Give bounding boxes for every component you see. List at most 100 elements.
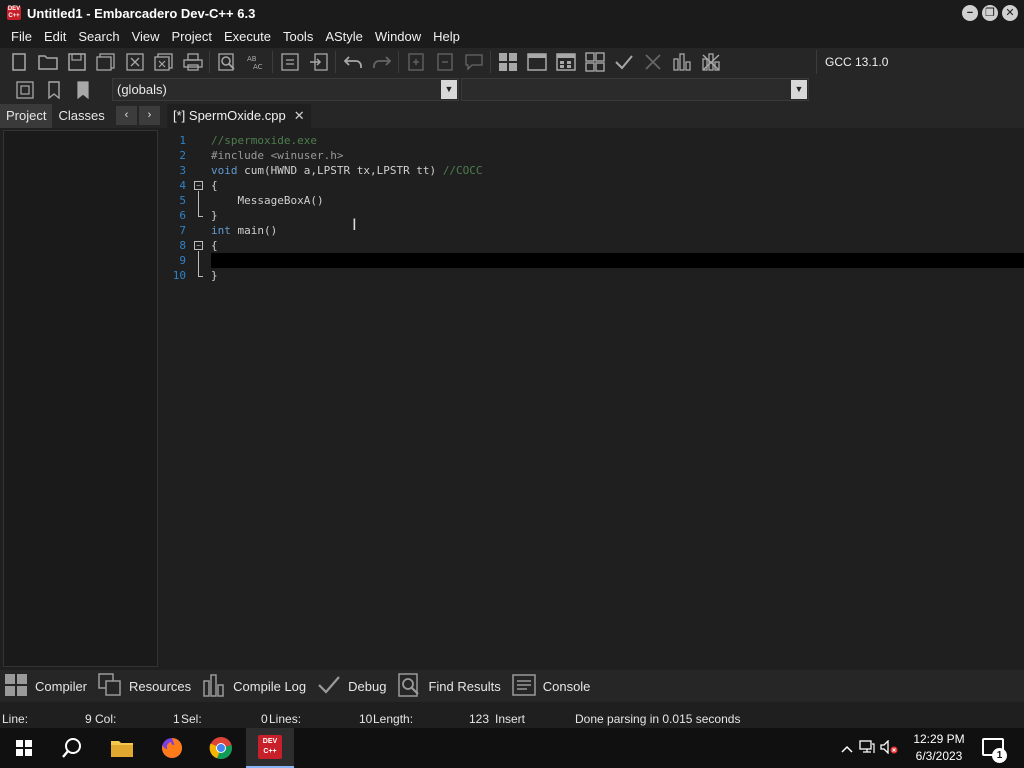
tab-classes[interactable]: Classes — [52, 104, 110, 128]
remove-from-project-icon[interactable] — [430, 49, 459, 75]
tab-find-results[interactable]: Find Results — [396, 670, 510, 702]
compiler-select[interactable]: GCC 13.1.0 — [816, 50, 1020, 74]
chevron-left-icon[interactable]: ‹ — [116, 106, 137, 125]
replace-icon[interactable]: AB AC — [241, 49, 270, 75]
code-editor[interactable]: 1 2 3 4 5 6 7 8 9 10 − − //spermoxide.ex… — [166, 130, 1024, 667]
project-tree[interactable] — [3, 130, 158, 667]
menu-window[interactable]: Window — [369, 26, 427, 48]
comment: //COCC — [442, 164, 483, 177]
profile-icon[interactable] — [667, 49, 696, 75]
print-icon[interactable] — [178, 49, 207, 75]
chrome-icon — [209, 737, 232, 760]
save-all-icon[interactable] — [91, 49, 120, 75]
code-line-7: int main() — [211, 223, 277, 238]
goto-line-icon[interactable] — [304, 49, 333, 75]
taskbar-clock[interactable]: 12:29 PM 6/3/2023 — [904, 731, 974, 765]
find-icon[interactable] — [212, 49, 241, 75]
volume-muted-icon[interactable] — [878, 738, 900, 757]
menu-help[interactable]: Help — [427, 26, 466, 48]
bar-chart-icon — [201, 673, 227, 699]
chrome-button[interactable] — [197, 728, 245, 768]
status-lines-value: 10 — [359, 712, 373, 726]
code-line-6: } — [211, 209, 218, 222]
minimize-button[interactable]: − — [962, 5, 978, 21]
tab-label: Find Results — [428, 678, 501, 694]
file-explorer-button[interactable] — [98, 728, 146, 768]
chevron-down-icon[interactable]: ▼ — [791, 80, 807, 99]
fold-guide — [198, 276, 203, 277]
new-file-icon[interactable] — [4, 49, 33, 75]
close-icon[interactable]: ✕ — [294, 104, 305, 128]
restore-button[interactable]: ❐ — [982, 5, 998, 21]
stop-execution-icon[interactable] — [638, 49, 667, 75]
code-text: cum(HWND a,LPSTR tx,LPSTR tt) — [237, 164, 443, 177]
code-line-10: } — [211, 269, 218, 282]
fold-minus-icon[interactable]: − — [194, 181, 203, 190]
tab-spermoxide-cpp[interactable]: [*] SpermOxide.cpp ✕ — [167, 104, 311, 128]
code-line-5: MessageBoxA() — [211, 194, 324, 207]
tab-label: Debug — [348, 678, 387, 694]
toggle-bookmark-icon[interactable] — [39, 77, 68, 103]
tab-compile-log[interactable]: Compile Log — [201, 670, 316, 702]
status-bar: Line: 9 Col: 1 Sel: 0 Lines: 10 Length: … — [0, 710, 1024, 728]
text-cursor-icon: I — [352, 215, 357, 234]
status-col-label: Col: — [95, 712, 117, 726]
grid-icon — [3, 673, 29, 699]
tab-debug[interactable]: Debug — [316, 670, 396, 702]
fold-minus-icon[interactable]: − — [194, 241, 203, 250]
open-folder-icon[interactable] — [33, 49, 62, 75]
tab-console[interactable]: Console — [511, 670, 601, 702]
tab-compiler[interactable]: Compiler — [3, 670, 97, 702]
menu-view[interactable]: View — [126, 26, 166, 48]
tab-label: Compiler — [35, 678, 88, 694]
tab-project[interactable]: Project — [0, 104, 53, 128]
chevron-up-icon[interactable] — [838, 741, 856, 756]
close-file-icon[interactable] — [120, 49, 149, 75]
syntax-check-icon[interactable] — [609, 49, 638, 75]
project-options-icon[interactable] — [459, 49, 488, 75]
menu-execute[interactable]: Execute — [218, 26, 277, 48]
folder-icon — [111, 741, 133, 757]
menu-edit[interactable]: Edit — [38, 26, 72, 48]
code-line-8: { — [211, 239, 218, 252]
insert-icon[interactable] — [10, 77, 39, 103]
close-all-icon[interactable] — [149, 49, 178, 75]
menu-project[interactable]: Project — [166, 26, 218, 48]
search-button[interactable] — [48, 728, 96, 768]
status-sel-value: 0 — [261, 712, 268, 726]
member-combobox[interactable]: ▼ — [461, 78, 809, 101]
tab-resources[interactable]: Resources — [97, 670, 201, 702]
menu-bar: File Edit Search View Project Execute To… — [0, 26, 1024, 48]
undo-icon[interactable] — [338, 49, 367, 75]
compile-run-icon[interactable] — [551, 49, 580, 75]
chevron-right-icon[interactable]: › — [139, 106, 160, 125]
redo-icon[interactable] — [367, 49, 396, 75]
fold-guide — [198, 216, 203, 217]
system-tray — [838, 728, 900, 768]
add-to-project-icon[interactable] — [401, 49, 430, 75]
line-number: 4 — [179, 179, 186, 192]
network-icon[interactable] — [856, 739, 878, 757]
rebuild-all-icon[interactable] — [580, 49, 609, 75]
scope-combobox[interactable]: (globals) ▼ — [112, 78, 459, 101]
toolbar-separator — [209, 51, 210, 73]
devcpp-taskbar-button[interactable]: DEV C++ — [246, 728, 294, 768]
start-button[interactable] — [0, 728, 48, 768]
firefox-button[interactable] — [148, 728, 196, 768]
delete-profile-icon[interactable] — [696, 49, 725, 75]
menu-tools[interactable]: Tools — [277, 26, 319, 48]
indent-icon[interactable] — [275, 49, 304, 75]
menu-search[interactable]: Search — [72, 26, 125, 48]
line-number: 6 — [179, 209, 186, 222]
menu-astyle[interactable]: AStyle — [319, 26, 369, 48]
run-icon[interactable] — [522, 49, 551, 75]
save-icon[interactable] — [62, 49, 91, 75]
svg-text:AB: AB — [247, 55, 257, 63]
editor-tab-bar: [*] SpermOxide.cpp ✕ — [165, 104, 1024, 128]
close-button[interactable]: ✕ — [1002, 5, 1018, 21]
chevron-down-icon[interactable]: ▼ — [441, 80, 457, 99]
compile-icon[interactable] — [493, 49, 522, 75]
windows-taskbar: DEV C++ 12:29 PM 6/3/2023 1 — [0, 728, 1024, 768]
goto-bookmark-icon[interactable] — [68, 77, 97, 103]
menu-file[interactable]: File — [5, 26, 38, 48]
